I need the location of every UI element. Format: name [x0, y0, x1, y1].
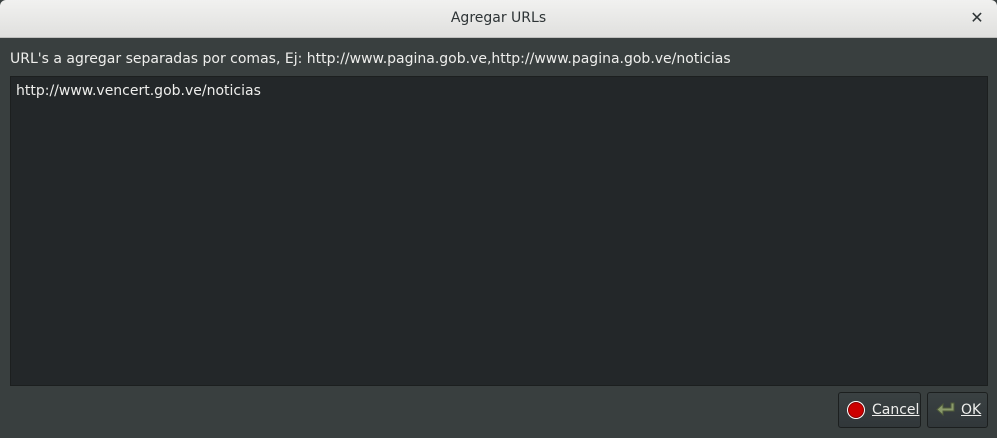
close-icon[interactable]: ✕	[967, 8, 987, 28]
stop-icon	[846, 400, 866, 420]
ok-button[interactable]: OK	[927, 392, 988, 428]
window-title: Agregar URLs	[450, 10, 547, 26]
add-urls-dialog: Agregar URLs ✕ URL's a agregar separadas…	[0, 0, 997, 438]
ok-button-label: OK	[961, 402, 982, 418]
return-arrow-icon	[935, 400, 955, 420]
cancel-button[interactable]: Cancel	[838, 392, 921, 428]
url-textarea[interactable]: http://www.vencert.gob.ve/noticias	[10, 76, 988, 386]
cancel-button-label: Cancel	[872, 402, 920, 418]
instructions-label: URL's a agregar separadas por comas, Ej:…	[10, 51, 731, 67]
title-bar: Agregar URLs ✕	[0, 0, 997, 38]
